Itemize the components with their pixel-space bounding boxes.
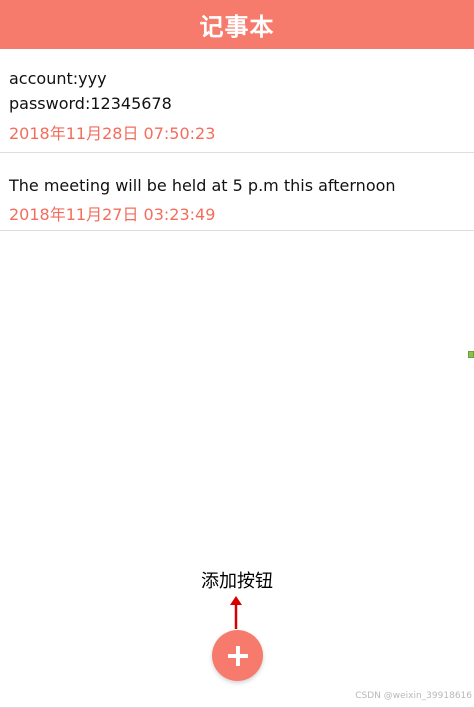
app-bar: 记事本 [0,0,474,49]
watermark: CSDN @weixin_39918616 [355,691,472,701]
note-timestamp: 2018年11月27日 03:23:49 [9,205,216,224]
note-timestamp: 2018年11月28日 07:50:23 [9,124,216,143]
app-title: 记事本 [199,13,275,41]
add-button-annotation: 添加按钮 [201,571,273,592]
note-item[interactable]: The meeting will be held at 5 p.m this a… [0,153,474,231]
note-list: account:yyy password:12345678 2018年11月28… [0,49,474,231]
note-content: The meeting will be held at 5 p.m this a… [9,176,396,195]
plus-icon [227,645,248,666]
note-item[interactable]: account:yyy password:12345678 2018年11月28… [0,49,474,153]
edge-indicator-icon [468,351,474,358]
add-note-button[interactable] [212,630,263,681]
note-content: account:yyy password:12345678 [9,69,172,113]
annotation-arrow-icon [230,596,242,629]
